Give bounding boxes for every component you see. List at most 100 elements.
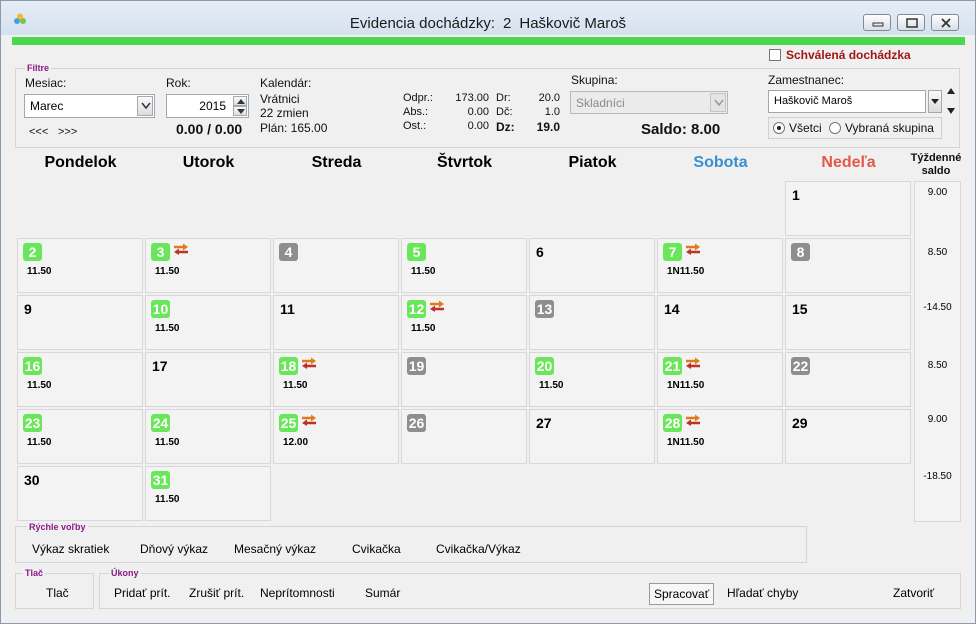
day-cell[interactable]: 14 [657,295,783,350]
group-select[interactable]: Skladníci [570,91,728,114]
day-cell[interactable]: 30 [17,466,143,521]
day-cell[interactable]: 17 [145,352,271,407]
shift-swap-icon [429,300,445,315]
arrow-up-icon [237,99,245,104]
day-name-wednesday: Streda [311,154,362,171]
day-cell[interactable]: 1 [785,181,911,236]
day-cell[interactable]: 11 [273,295,399,350]
group-dropdown-button[interactable] [710,93,726,112]
dc-value: 1.0 [544,106,560,118]
day-number: 10 [151,300,170,318]
next-employee-icon[interactable] [947,108,955,114]
month-dropdown-button[interactable] [137,96,153,116]
day-cell[interactable]: 24 11.50 [145,409,271,464]
radio-all-label: Všetci [789,121,822,135]
print-legend: Tlač [23,568,46,578]
ost-value: 0.00 [467,120,489,132]
employee-select[interactable]: Haškovič Maroš [768,90,926,113]
saldo-value: Saldo: 8.00 [641,121,721,138]
day-cell[interactable]: 19 [401,352,527,407]
day-number: 8 [791,243,810,261]
filters-legend: Filtre [25,63,52,73]
maximize-button[interactable] [897,14,925,31]
absences-button[interactable]: Neprítomnosti [260,586,335,600]
day-hours: 12.00 [283,437,309,448]
quick-clock-log[interactable]: Cvikačka [352,542,401,556]
find-errors-button[interactable]: Hľadať chyby [727,586,798,600]
year-down-button[interactable] [233,106,247,116]
day-cell[interactable]: 22 [785,352,911,407]
day-cell[interactable]: 3 11.50 [145,238,271,293]
quick-monthly-report[interactable]: Mesačný výkaz [234,542,316,556]
previous-employee-icon[interactable] [947,88,955,94]
radio-selected-group[interactable] [829,122,841,134]
day-hours: 11.50 [27,380,52,391]
radio-all[interactable] [773,122,785,134]
day-cell[interactable]: 16 11.50 [17,352,143,407]
day-cell[interactable]: 27 [529,409,655,464]
day-hours: 11.50 [411,266,436,277]
weekly-saldo-value: 8.50 [927,360,948,371]
day-cell[interactable]: 13 [529,295,655,350]
day-cell[interactable]: 4 [273,238,399,293]
day-cell[interactable]: 31 11.50 [145,466,271,521]
process-button[interactable]: Spracovať [649,583,715,605]
day-number: 19 [407,357,426,375]
dr-label: Dr: [496,92,511,104]
day-cell[interactable]: 7 1N11.50 [657,238,783,293]
day-hours: 11.50 [155,437,180,448]
calendar-plan: Plán: 165.00 [260,121,328,135]
year-value: 2015 [199,99,226,113]
day-number: 26 [407,414,426,432]
print-button[interactable]: Tlač [46,586,69,600]
quick-daily-report[interactable]: Dňový výkaz [140,542,208,556]
cancel-presence-button[interactable]: Zrušiť prít. [189,586,244,600]
year-up-button[interactable] [233,96,247,106]
minimize-button[interactable] [863,14,891,31]
day-number: 14 [664,301,680,317]
quick-shortcut-report[interactable]: Výkaz skratiek [32,542,109,556]
employee-value: Haškovič Maroš [774,95,853,107]
day-cell[interactable]: 26 [401,409,527,464]
day-cell[interactable]: 8 [785,238,911,293]
day-cell[interactable]: 28 1N11.50 [657,409,783,464]
day-number: 9 [24,301,32,317]
day-cell[interactable]: 6 [529,238,655,293]
day-number: 27 [536,415,552,431]
day-cell[interactable]: 9 [17,295,143,350]
day-cell[interactable]: 5 11.50 [401,238,527,293]
weekly-saldo-value: -18.50 [923,471,952,482]
add-presence-button[interactable]: Pridať prít. [114,586,171,600]
day-number: 24 [151,414,170,432]
shift-swap-icon [301,414,317,429]
weekly-saldo-value: 9.00 [927,187,948,198]
summary-button[interactable]: Sumár [365,586,400,600]
day-cell[interactable]: 20 11.50 [529,352,655,407]
day-cell[interactable]: 10 11.50 [145,295,271,350]
quick-clock-report[interactable]: Cvikačka/Výkaz [436,542,521,556]
day-cell[interactable]: 29 [785,409,911,464]
day-cell[interactable]: 25 12.00 [273,409,399,464]
radio-selected-group-label: Vybraná skupina [845,121,934,135]
next-month-link[interactable]: >>> [58,126,77,138]
day-cell[interactable]: 15 [785,295,911,350]
shift-swap-icon [685,414,701,429]
odpr-label: Odpr.: [403,92,433,104]
year-stepper[interactable]: 2015 [166,94,249,118]
approved-attendance-checkbox[interactable] [769,49,781,61]
day-cell[interactable]: 12 11.50 [401,295,527,350]
close-window-button[interactable] [931,14,959,31]
day-cell[interactable]: 18 11.50 [273,352,399,407]
odpr-value: 173.00 [455,92,489,104]
day-cell[interactable]: 2 11.50 [17,238,143,293]
day-hours: 11.50 [283,380,308,391]
close-button[interactable]: Zatvoriť [893,586,934,600]
prev-month-link[interactable]: <<< [29,126,48,138]
day-cell[interactable]: 21 1N11.50 [657,352,783,407]
month-select[interactable]: Marec [24,94,155,118]
employee-dropdown-button[interactable] [928,90,942,113]
day-name-saturday: Sobota [693,154,748,171]
day-cell[interactable]: 23 11.50 [17,409,143,464]
day-name-sunday: Nedeľa [821,154,876,171]
day-number: 7 [663,243,682,261]
